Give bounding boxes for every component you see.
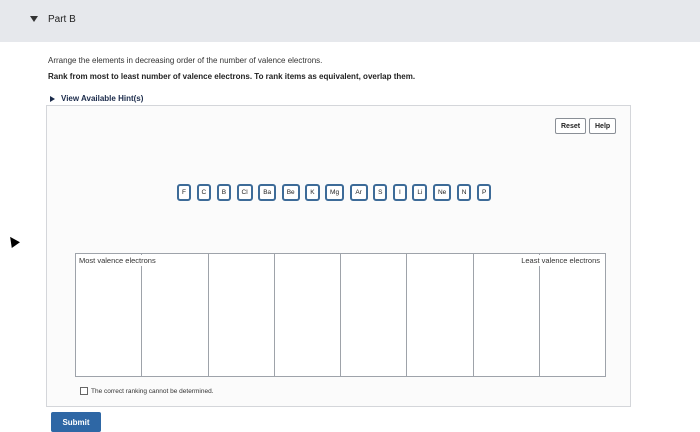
mouse-cursor-icon: [6, 234, 20, 248]
ranking-slot[interactable]: [275, 254, 341, 376]
least-valence-label: Least valence electrons: [519, 255, 602, 266]
cannot-determine-checkbox[interactable]: [80, 387, 88, 395]
ranking-slot[interactable]: [407, 254, 474, 376]
element-tile[interactable]: I: [392, 184, 407, 201]
ranking-slot[interactable]: [540, 254, 605, 376]
ranking-slot[interactable]: [474, 254, 540, 376]
element-tile[interactable]: K: [305, 184, 320, 201]
cannot-determine-option[interactable]: The correct ranking cannot be determined…: [80, 387, 213, 395]
ranking-slot[interactable]: [76, 254, 143, 376]
ranking-panel: Reset Help F C B Cl Ba Be K Mg Ar S I Li…: [46, 105, 631, 407]
ranking-slot[interactable]: [142, 254, 209, 376]
caret-right-icon: [50, 95, 55, 102]
element-tile[interactable]: Be: [281, 184, 300, 201]
element-tile[interactable]: Li: [412, 184, 428, 201]
element-tile[interactable]: Ne: [432, 184, 452, 201]
cannot-determine-label: The correct ranking cannot be determined…: [91, 387, 214, 395]
ranking-slot[interactable]: [341, 254, 408, 376]
ranking-slot[interactable]: [209, 254, 275, 376]
element-tile[interactable]: B: [216, 184, 232, 201]
element-tile[interactable]: Cl: [236, 184, 253, 201]
element-tile[interactable]: C: [196, 184, 212, 201]
instruction-bold-text: Rank from most to least number of valenc…: [48, 72, 416, 81]
element-tile[interactable]: Ar: [349, 184, 368, 201]
view-hints-label: View Available Hint(s): [61, 94, 144, 103]
element-tile[interactable]: P: [476, 184, 492, 201]
element-tile[interactable]: Mg: [325, 184, 345, 201]
part-header[interactable]: Part B: [0, 0, 700, 42]
element-tile[interactable]: Ba: [258, 184, 277, 201]
most-valence-label: Most valence electrons: [77, 255, 158, 266]
submit-button[interactable]: Submit: [51, 412, 101, 432]
view-hints-link[interactable]: View Available Hint(s): [50, 94, 143, 103]
element-tile[interactable]: S: [373, 184, 388, 201]
element-tiles: F C B Cl Ba Be K Mg Ar S I Li Ne N P: [177, 184, 492, 202]
part-title: Part B: [48, 14, 76, 25]
instruction-text: Arrange the elements in decreasing order…: [48, 56, 323, 65]
element-tile[interactable]: F: [177, 184, 191, 201]
reset-button[interactable]: Reset: [555, 118, 587, 134]
element-tile[interactable]: N: [456, 184, 472, 201]
ranking-area: [75, 253, 606, 377]
collapse-caret-icon[interactable]: [30, 16, 38, 22]
help-button[interactable]: Help: [589, 118, 617, 134]
